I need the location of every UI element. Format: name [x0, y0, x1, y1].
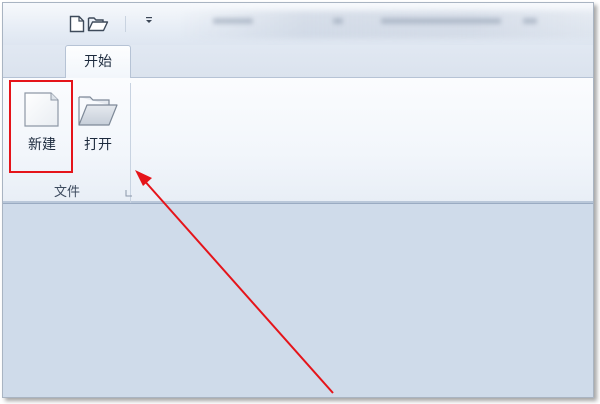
qat-open-folder-icon[interactable] [87, 15, 109, 37]
file-group-label: 文件 [53, 185, 80, 200]
ribbon-bottom-edge [3, 201, 593, 203]
customize-toolbar-dropdown-icon[interactable] [141, 14, 157, 32]
qat-new-document-icon[interactable] [69, 15, 85, 37]
qat-separator [125, 16, 126, 32]
tab-home[interactable]: 开始 [65, 45, 131, 78]
open-folder-icon [75, 89, 121, 129]
blurred-title-area [178, 11, 593, 39]
blurred-mark [523, 18, 537, 24]
blurred-mark [333, 18, 343, 24]
blurred-mark [213, 18, 253, 24]
open-button[interactable]: 打开 [75, 85, 121, 171]
open-button-label: 打开 [84, 137, 112, 153]
title-bar [3, 3, 593, 45]
application-window: 开始 新建 打开 文件 [2, 2, 594, 398]
dialog-launcher-icon[interactable] [125, 182, 133, 197]
blurred-mark [381, 18, 501, 24]
highlight-box [9, 80, 73, 173]
